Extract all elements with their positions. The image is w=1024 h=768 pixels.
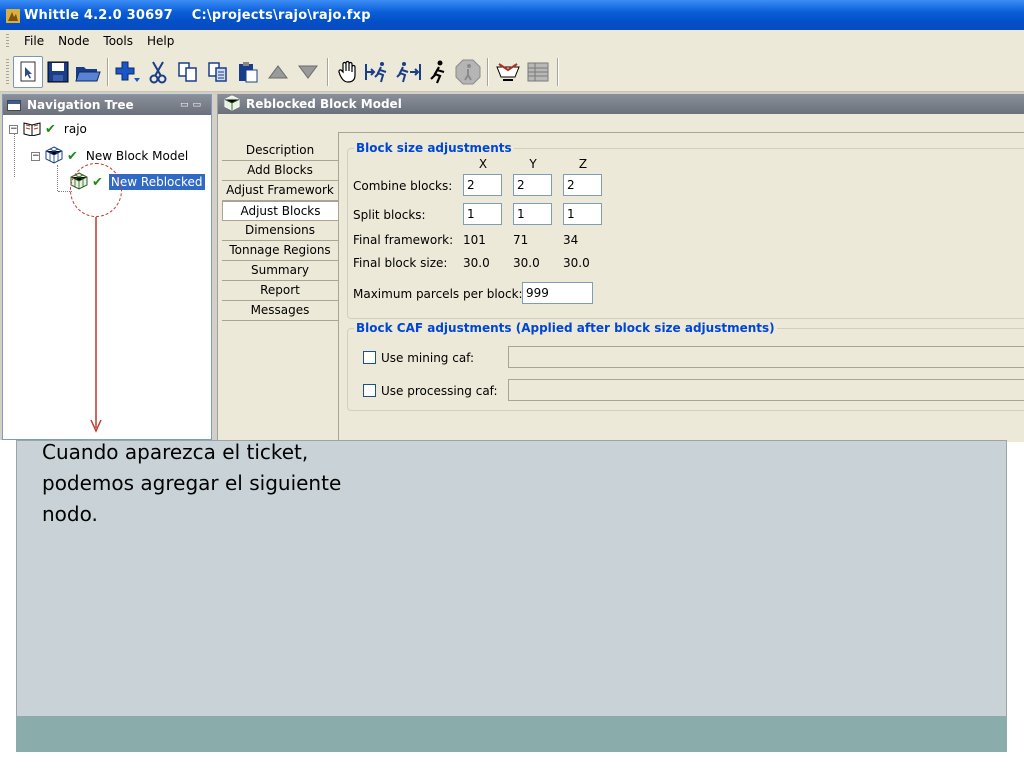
annotation-arrow-icon <box>90 217 102 433</box>
